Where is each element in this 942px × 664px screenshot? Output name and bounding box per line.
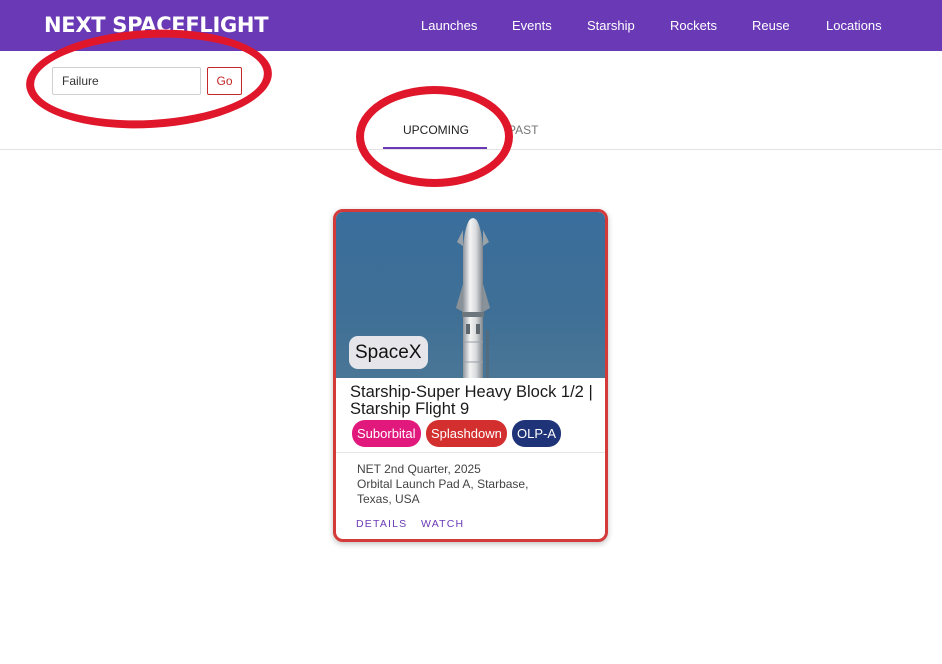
tab-upcoming[interactable]: UPCOMING [403,123,469,137]
nav-rockets[interactable]: Rockets [670,18,717,33]
details-button[interactable]: DETAILS [356,518,407,530]
tabs-divider [0,149,942,150]
launch-title[interactable]: Starship-Super Heavy Block 1/2 | Starshi… [350,384,600,418]
search-input[interactable] [52,67,201,95]
nav-reuse[interactable]: Reuse [752,18,790,33]
chip-pad: OLP-A [512,420,562,447]
go-button[interactable]: Go [207,67,242,95]
tab-past[interactable]: PAST [508,123,538,137]
site-logo[interactable]: NEXT SPACEFLIGHT [44,13,269,37]
launch-location-line1: Orbital Launch Pad A, Starbase, [357,477,529,491]
nav-starship[interactable]: Starship [587,18,635,33]
top-navbar: NEXT SPACEFLIGHT Launches Events Starshi… [0,0,942,51]
chip-splashdown: Splashdown [426,420,507,447]
launch-card: SpaceX Starship-Super Heavy Block 1/2 | … [333,209,608,542]
watch-button[interactable]: WATCH [421,518,464,530]
nav-locations[interactable]: Locations [826,18,882,33]
nav-launches[interactable]: Launches [421,18,477,33]
launch-date: NET 2nd Quarter, 2025 [357,462,481,476]
nav-events[interactable]: Events [512,18,552,33]
agency-badge: SpaceX [349,336,428,369]
card-divider [336,452,605,453]
launch-location-line2: Texas, USA [357,492,420,506]
launch-image: SpaceX [336,212,605,378]
chip-suborbital: Suborbital [352,420,421,447]
